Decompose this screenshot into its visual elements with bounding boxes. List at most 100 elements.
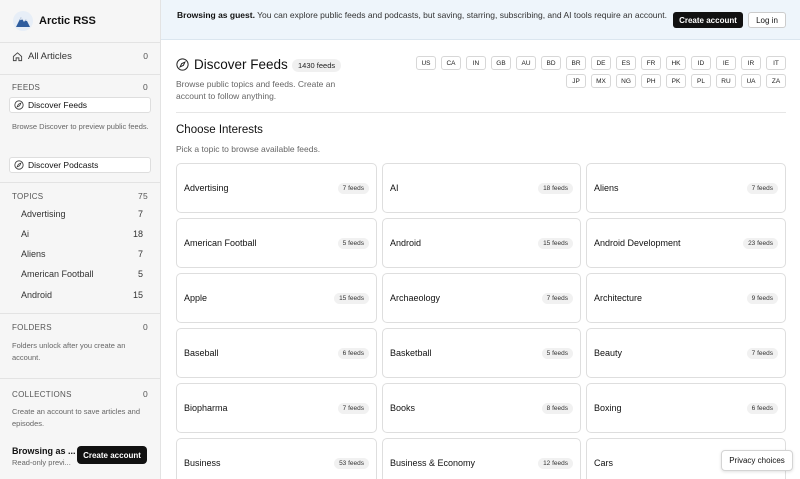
interest-card[interactable]: Basketball 5 feeds xyxy=(382,328,581,378)
country-chip[interactable]: IN xyxy=(466,56,486,70)
sidebar-divider xyxy=(0,74,160,75)
country-chip[interactable]: JP xyxy=(566,74,586,88)
interest-card[interactable]: Aliens 7 feeds xyxy=(586,163,786,213)
country-chip[interactable]: MX xyxy=(591,74,611,88)
feed-count-badge: 1430 feeds xyxy=(292,59,342,72)
country-chip[interactable]: US xyxy=(416,56,436,70)
sidebar: Arctic RSS All Articles 0 FEEDS 0 Discov… xyxy=(0,0,161,479)
country-chip[interactable]: IE xyxy=(716,56,736,70)
country-chip[interactable]: HK xyxy=(666,56,686,70)
country-chip[interactable]: UA xyxy=(741,74,761,88)
interest-name: Apple xyxy=(184,293,208,303)
country-chip[interactable]: PH xyxy=(641,74,661,88)
topic-count: 7 xyxy=(137,249,143,259)
interest-name: Boxing xyxy=(594,403,622,413)
country-chip[interactable]: AU xyxy=(516,56,536,70)
home-icon xyxy=(12,51,23,61)
discover-note: Browse Discover to preview public feeds. xyxy=(12,122,149,131)
country-chip[interactable]: RU xyxy=(716,74,736,88)
brand[interactable]: Arctic RSS xyxy=(12,10,96,32)
interest-card[interactable]: Advertising 7 feeds xyxy=(176,163,377,213)
interest-card[interactable]: Apple 15 feeds xyxy=(176,273,377,323)
discover-feeds-label: Discover Feeds xyxy=(28,100,88,110)
sidebar-item-discover-feeds[interactable]: Discover Feeds xyxy=(9,97,151,113)
country-chip[interactable]: ZA xyxy=(766,74,786,88)
country-chip[interactable]: FR xyxy=(641,56,661,70)
country-chip[interactable]: PK xyxy=(666,74,686,88)
sidebar-divider xyxy=(0,182,160,183)
compass-icon xyxy=(176,58,189,71)
sidebar-divider xyxy=(0,42,160,43)
folders-section-header: FOLDERS 0 xyxy=(12,321,148,333)
country-chip[interactable]: PL xyxy=(691,74,711,88)
sidebar-item-discover-podcasts[interactable]: Discover Podcasts xyxy=(9,157,151,173)
banner-strong: Browsing as guest. xyxy=(177,10,255,20)
topic-label: Ai xyxy=(21,229,30,239)
banner-login-button[interactable]: Log in xyxy=(748,12,786,28)
guest-subtitle: Read-only previ... xyxy=(12,458,71,467)
page-description: Browse public topics and feeds. Create a… xyxy=(176,79,336,101)
country-chip[interactable]: BD xyxy=(541,56,561,70)
sidebar-item-all-articles[interactable]: All Articles 0 xyxy=(12,49,148,63)
country-chip[interactable]: CA xyxy=(441,56,461,70)
all-articles-count: 0 xyxy=(143,51,148,61)
interest-feed-count: 5 feeds xyxy=(541,347,573,359)
brand-name: Arctic RSS xyxy=(39,15,96,27)
interest-card[interactable]: Books 8 feeds xyxy=(382,383,581,433)
interest-name: American Football xyxy=(184,238,257,248)
interest-name: Archaeology xyxy=(390,293,441,303)
country-filter: US CA IN GB AU BD BR DE ES FR HK ID IE IR IT JP MX NG PH PK… xyxy=(394,56,786,88)
guest-banner: Browsing as guest. You can explore publi… xyxy=(161,0,800,40)
interest-card[interactable]: American Football 5 feeds xyxy=(176,218,377,268)
country-chip[interactable]: ID xyxy=(691,56,711,70)
interest-card[interactable]: Business & Economy 12 feeds xyxy=(382,438,581,479)
interest-card[interactable]: Architecture 9 feeds xyxy=(586,273,786,323)
sidebar-topic-item[interactable]: Advertising 7 xyxy=(21,209,143,219)
sidebar-create-account-button[interactable]: Create account xyxy=(77,446,147,464)
interest-feed-count: 23 feeds xyxy=(743,237,778,249)
collections-section-header: COLLECTIONS 0 xyxy=(12,388,148,400)
section-title: Choose Interests xyxy=(176,124,263,136)
topics-section-count: 75 xyxy=(137,191,148,201)
banner-message: Browsing as guest. You can explore publi… xyxy=(177,9,667,21)
compass-icon xyxy=(14,100,24,110)
sidebar-topic-item[interactable]: Android 15 xyxy=(21,290,143,300)
interest-card[interactable]: Beauty 7 feeds xyxy=(586,328,786,378)
sidebar-divider xyxy=(0,378,160,379)
interest-card[interactable]: Business 53 feeds xyxy=(176,438,377,479)
interest-name: Business & Economy xyxy=(390,458,476,468)
all-articles-label: All Articles xyxy=(28,50,72,62)
topics-section-label: TOPICS xyxy=(12,191,44,201)
interest-name: Android Development xyxy=(594,238,681,248)
sidebar-topic-item[interactable]: Aliens 7 xyxy=(21,249,143,259)
country-chip[interactable]: ES xyxy=(616,56,636,70)
country-chip[interactable]: IT xyxy=(766,56,786,70)
interest-name: Architecture xyxy=(594,293,643,303)
country-chip[interactable]: DE xyxy=(591,56,611,70)
interest-name: Books xyxy=(390,403,416,413)
interest-card[interactable]: Baseball 6 feeds xyxy=(176,328,377,378)
interest-name: Beauty xyxy=(594,348,623,358)
interest-card[interactable]: Android 15 feeds xyxy=(382,218,581,268)
interest-card[interactable]: Android Development 23 feeds xyxy=(586,218,786,268)
sidebar-topic-item[interactable]: American Football 5 xyxy=(21,269,143,279)
interest-name: Basketball xyxy=(390,348,432,358)
interest-feed-count: 6 feeds xyxy=(746,402,778,414)
interest-card[interactable]: Biopharma 7 feeds xyxy=(176,383,377,433)
interest-feed-count: 7 feeds xyxy=(541,292,573,304)
country-chip[interactable]: NG xyxy=(616,74,636,88)
discover-podcasts-label: Discover Podcasts xyxy=(28,160,99,170)
interest-card[interactable]: AI 18 feeds xyxy=(382,163,581,213)
country-chip[interactable]: IR xyxy=(741,56,761,70)
topic-label: Android xyxy=(21,290,53,300)
interest-card[interactable]: Boxing 6 feeds xyxy=(586,383,786,433)
interest-card[interactable]: Archaeology 7 feeds xyxy=(382,273,581,323)
interest-name: Biopharma xyxy=(184,403,228,413)
banner-create-account-button[interactable]: Create account xyxy=(673,12,743,28)
section-description: Pick a topic to browse available feeds. xyxy=(176,144,321,154)
privacy-choices-button[interactable]: Privacy choices xyxy=(721,450,793,471)
topic-count: 15 xyxy=(132,290,143,300)
country-chip[interactable]: GB xyxy=(491,56,511,70)
sidebar-topic-item[interactable]: Ai 18 xyxy=(21,229,143,239)
country-chip[interactable]: BR xyxy=(566,56,586,70)
